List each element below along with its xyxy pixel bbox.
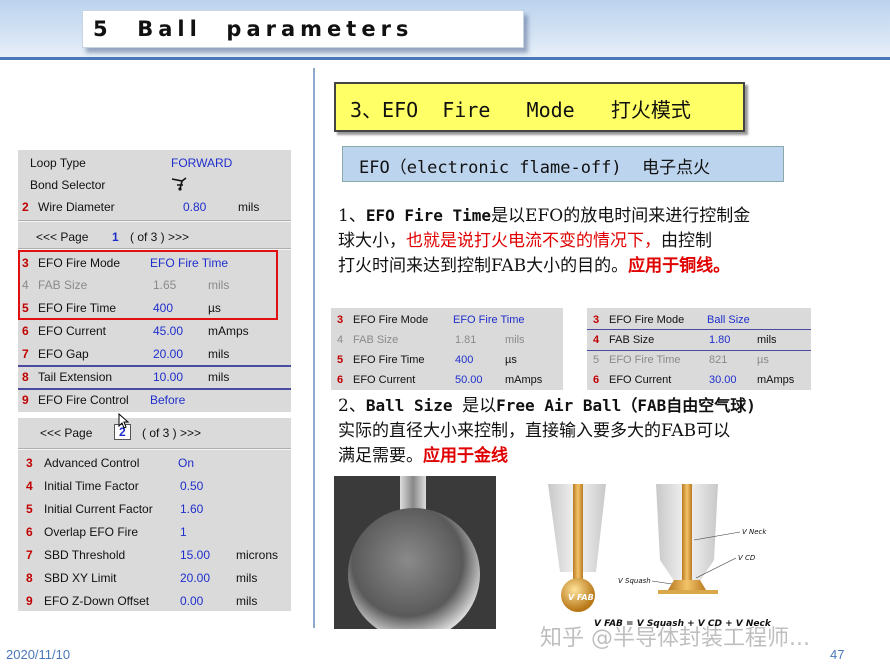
- bond-tool-icon: [170, 176, 190, 195]
- page-number[interactable]: 1: [112, 230, 119, 244]
- param-row-efo-gap[interactable]: 7 EFO Gap 20.00 mils: [18, 343, 291, 365]
- wire-left: [573, 484, 583, 584]
- mini1-row-efo-fire-time[interactable]: 5 EFO Fire Time 400 µs: [331, 350, 563, 370]
- paragraph-fire-time: 1、EFO Fire Time是以EFO的放电时间来进行控制金 球大小，也就是说…: [338, 206, 751, 276]
- mini-panel-ball-size: 3 EFO Fire Mode Ball Size 4 FAB Size 1.8…: [587, 308, 811, 390]
- label-v-cd: V CD: [738, 554, 756, 562]
- param-row-advanced-control[interactable]: 3 Advanced Control On: [18, 452, 291, 474]
- param-row-efo-fire-control[interactable]: 9 EFO Fire Control Before: [18, 389, 291, 411]
- page-navigator-2[interactable]: <<< Page 2 ( of 3 ) >>>: [18, 422, 291, 444]
- param-row-overlap-efo-fire[interactable]: 6 Overlap EFO Fire 1: [18, 521, 291, 543]
- watermark-text: 知乎 @半导体封装工程师...: [540, 626, 810, 651]
- mouse-cursor-icon: [118, 412, 130, 433]
- mini2-row-efo-fire-time[interactable]: 5 EFO Fire Time 821 µs: [587, 350, 811, 370]
- squashed-bond: [668, 580, 706, 590]
- paragraph-ball-size: 2、Ball Size 是以Free Air Ball（FAB自由空气球) 实际…: [338, 396, 756, 466]
- fab-volume-diagram: V FAB V Squash V Neck V CD V FAB = V Squ…: [548, 480, 808, 632]
- param-row-initial-time-factor[interactable]: 4 Initial Time Factor 0.50: [18, 475, 291, 497]
- param-row-sbd-xy-limit[interactable]: 8 SBD XY Limit 20.00 mils: [18, 567, 291, 589]
- param-row-wire-diameter[interactable]: 2 Wire Diameter 0.80 mils: [18, 196, 291, 218]
- bond-pad: [658, 590, 718, 594]
- section-title-efo-fire-mode: 3、EFO Fire Mode 打火模式: [334, 82, 745, 132]
- highlight-box-efo-rows: [18, 250, 278, 320]
- mini2-row-efo-fire-mode[interactable]: 3 EFO Fire Mode Ball Size: [587, 310, 811, 330]
- mini-panel-fire-time: 3 EFO Fire Mode EFO Fire Time 4 FAB Size…: [331, 308, 563, 390]
- mini1-row-efo-current[interactable]: 6 EFO Current 50.00 mAmps: [331, 370, 563, 390]
- label-v-squash: V Squash: [618, 577, 651, 585]
- panel-separator: [18, 220, 291, 222]
- param-row-sbd-threshold[interactable]: 7 SBD Threshold 15.00 microns: [18, 544, 291, 566]
- mini1-row-efo-fire-mode[interactable]: 3 EFO Fire Mode EFO Fire Time: [331, 310, 563, 330]
- wire-right: [682, 484, 692, 586]
- param-row-initial-current-factor[interactable]: 5 Initial Current Factor 1.60: [18, 498, 291, 520]
- param-row-efo-z-down-offset[interactable]: 9 EFO Z-Down Offset 0.00 mils: [18, 590, 291, 612]
- sem-ball-image: [334, 476, 496, 629]
- footer-date: 2020/11/10: [6, 647, 71, 662]
- page-navigator-1[interactable]: <<< Page 1 ( of 3 ) >>>: [18, 226, 291, 248]
- param-row-efo-current[interactable]: 6 EFO Current 45.00 mAmps: [18, 320, 291, 342]
- param-row-bond-selector[interactable]: Bond Selector: [18, 174, 291, 196]
- parameter-panel-page-2: <<< Page 2 ( of 3 ) >>> 3 Advanced Contr…: [18, 418, 291, 611]
- vertical-divider: [313, 68, 315, 628]
- label-v-fab: V FAB: [568, 593, 594, 602]
- panel-separator: [18, 448, 291, 450]
- label-v-neck: V Neck: [742, 528, 767, 536]
- mini1-row-fab-size[interactable]: 4 FAB Size 1.81 mils: [331, 330, 563, 350]
- param-row-tail-extension[interactable]: 8 Tail Extension 10.00 mils: [18, 366, 291, 388]
- footer-page-number: 47: [830, 647, 845, 662]
- mini2-row-efo-current[interactable]: 6 EFO Current 30.00 mAmps: [587, 370, 811, 390]
- fab-diagram-svg: V FAB V Squash V Neck V CD V FAB = V Squ…: [548, 484, 772, 629]
- slide-title: 5 Ball parameters: [82, 10, 524, 48]
- param-row-loop-type[interactable]: Loop Type FORWARD: [18, 152, 291, 174]
- efo-definition-box: EFO（electronic flame-off) 电子点火: [342, 146, 784, 182]
- mini2-row-fab-size[interactable]: 4 FAB Size 1.80 mils: [587, 330, 811, 350]
- header-rule: [0, 57, 890, 60]
